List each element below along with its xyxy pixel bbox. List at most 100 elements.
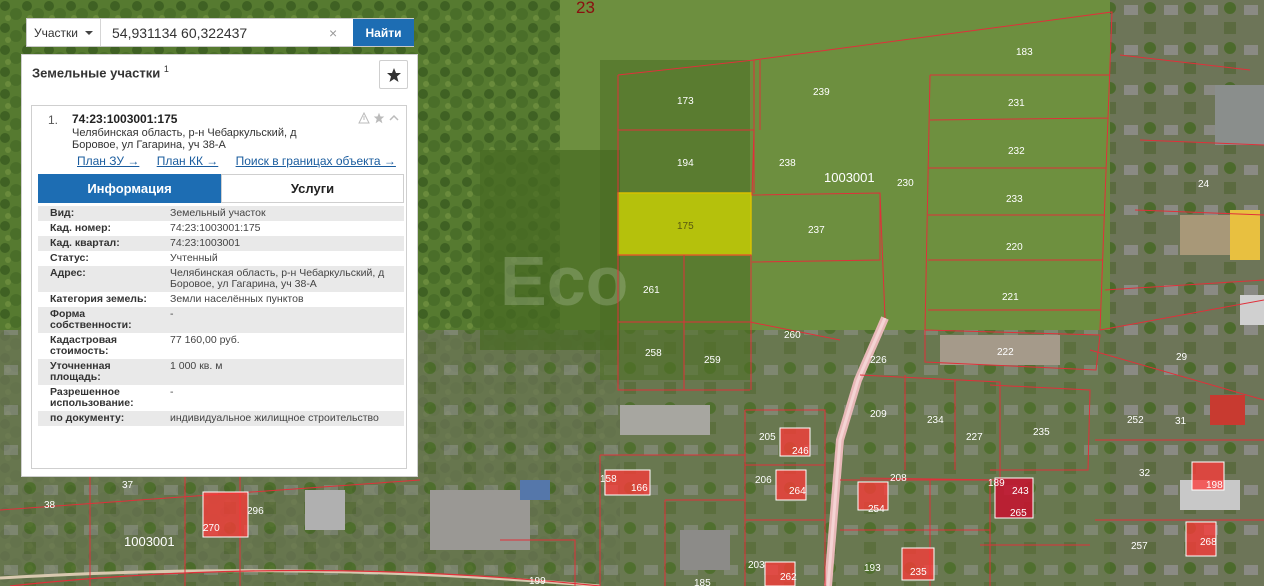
search-input[interactable]: [102, 19, 350, 46]
info-row: Кад. квартал: 74:23:1003001: [38, 236, 404, 251]
result-count: 1: [163, 64, 169, 74]
search-in-bounds-link[interactable]: Поиск в границах объекта →: [236, 154, 396, 168]
info-value: 77 160,00 руб.: [170, 334, 240, 346]
info-row: Уточненная площадь: 1 000 кв. м: [38, 359, 404, 385]
clear-icon[interactable]: ×: [329, 25, 337, 41]
plot-label: 205: [759, 432, 776, 443]
plot-label: 199: [529, 576, 546, 586]
info-key: по документу:: [50, 412, 125, 424]
plot-label: 258: [645, 348, 662, 359]
plot-label: 37: [122, 480, 134, 491]
plot-label: 220: [1006, 242, 1023, 253]
info-key: Кадастровая стоимость:: [50, 334, 117, 357]
chevron-up-icon[interactable]: [388, 112, 400, 124]
info-key: Кад. квартал:: [50, 237, 120, 249]
info-key: Вид:: [50, 207, 75, 219]
plot-label: 222: [997, 347, 1014, 358]
search-type-select[interactable]: Участки: [27, 19, 101, 46]
info-value: Земли населённых пунктов: [170, 293, 304, 305]
find-button[interactable]: Найти: [353, 19, 414, 46]
plan-kk-link[interactable]: План КК →: [157, 154, 219, 168]
plot-label: 206: [755, 475, 772, 486]
info-value: -: [170, 386, 174, 398]
info-value: 1 000 кв. м: [170, 360, 223, 372]
plot-label: 227: [966, 432, 983, 443]
plot-label: 226: [870, 355, 887, 366]
plot-label: 261: [643, 285, 660, 296]
info-value: Земельный участок: [170, 207, 266, 219]
info-row: Кадастровая стоимость: 77 160,00 руб.: [38, 333, 404, 359]
info-row: по документу: индивидуальное жилищное стр…: [38, 411, 404, 426]
quarter-label: 1003001: [824, 170, 875, 185]
info-row: Кад. номер: 74:23:1003001:175: [38, 221, 404, 236]
search-type-label: Участки: [34, 25, 78, 40]
plot-label: 230: [897, 178, 914, 189]
info-row: Вид: Земельный участок: [38, 206, 404, 221]
plot-label: 254: [868, 504, 885, 515]
info-key: Кад. номер:: [50, 222, 112, 234]
plot-label: 268: [1200, 537, 1217, 548]
card-tabs: Информация Услуги: [38, 174, 404, 203]
info-key: Уточненная площадь:: [50, 360, 111, 383]
plot-label: 262: [780, 572, 797, 583]
svg-text:Eco: Eco: [500, 242, 628, 320]
plot-label: 238: [779, 158, 796, 169]
info-value[interactable]: 74:23:1003001: [158, 236, 404, 251]
plot-label: 166: [631, 483, 648, 494]
plot-label: 252: [1127, 415, 1144, 426]
info-table: Вид: Земельный участок Кад. номер: 74:23:10…: [38, 206, 404, 426]
plot-label: 38: [44, 500, 56, 511]
cad-number-title[interactable]: 74:23:1003001:175: [72, 112, 177, 126]
info-row: Разрешенное использование: -: [38, 385, 404, 411]
star-icon: [386, 67, 401, 82]
info-key: Форма собственности:: [50, 308, 132, 331]
info-value: Учтенный: [170, 252, 218, 264]
plot-label: 259: [704, 355, 721, 366]
plan-zu-link[interactable]: План ЗУ →: [77, 154, 139, 168]
info-key: Адрес:: [50, 267, 86, 279]
plot-label: 194: [677, 158, 694, 169]
plot-label: 198: [1206, 480, 1223, 491]
panel-title: Земельные участки 1: [32, 64, 169, 81]
result-card: 1. 74:23:1003001:175 Челябинская область…: [31, 105, 407, 469]
warning-icon[interactable]: [358, 112, 370, 124]
plot-label: 264: [789, 486, 806, 497]
card-icons: [358, 112, 400, 124]
tab-services[interactable]: Услуги: [221, 174, 404, 203]
plot-label: 260: [784, 330, 801, 341]
info-value[interactable]: 74:23:1003001:175: [158, 221, 404, 236]
tab-info[interactable]: Информация: [38, 174, 221, 203]
plot-label: 246: [792, 446, 809, 457]
plot-label: 185: [694, 578, 711, 586]
plot-label: 270: [203, 523, 220, 534]
plot-label: 235: [910, 567, 927, 578]
star-icon[interactable]: [373, 112, 385, 124]
plot-label: 24: [1198, 179, 1210, 190]
info-row: Категория земель: Земли населённых пункто…: [38, 292, 404, 307]
info-value: -: [170, 308, 174, 320]
info-row: Адрес: Челябинская область, р-н Чебаркуль…: [38, 266, 404, 292]
favorite-button[interactable]: [379, 60, 408, 89]
info-key: Статус:: [50, 252, 89, 264]
plot-label-highlighted: 175: [677, 221, 694, 232]
info-value: индивидуальное жилищное строительство: [170, 412, 379, 424]
plot-label: 32: [1139, 468, 1151, 479]
chevron-down-icon: [85, 31, 93, 35]
card-links: План ЗУ → План КК → Поиск в границах объ…: [77, 154, 410, 168]
plot-label: 231: [1008, 98, 1025, 109]
info-row: Форма собственности: -: [38, 307, 404, 333]
plot-label: 257: [1131, 541, 1148, 552]
info-key: Разрешенное использование:: [50, 386, 134, 409]
plot-label: 239: [813, 87, 830, 98]
info-key: Категория земель:: [50, 293, 147, 305]
search-bar: Участки × Найти: [26, 18, 414, 47]
plot-label: 208: [890, 473, 907, 484]
plot-label: 243: [1012, 486, 1029, 497]
plot-label: 237: [808, 225, 825, 236]
plot-label: 296: [247, 506, 264, 517]
plot-label: 203: [748, 560, 765, 571]
top-number: 23: [576, 0, 595, 17]
plot-label: 29: [1176, 352, 1188, 363]
plot-label: 189: [988, 478, 1005, 489]
plot-label: 209: [870, 409, 887, 420]
